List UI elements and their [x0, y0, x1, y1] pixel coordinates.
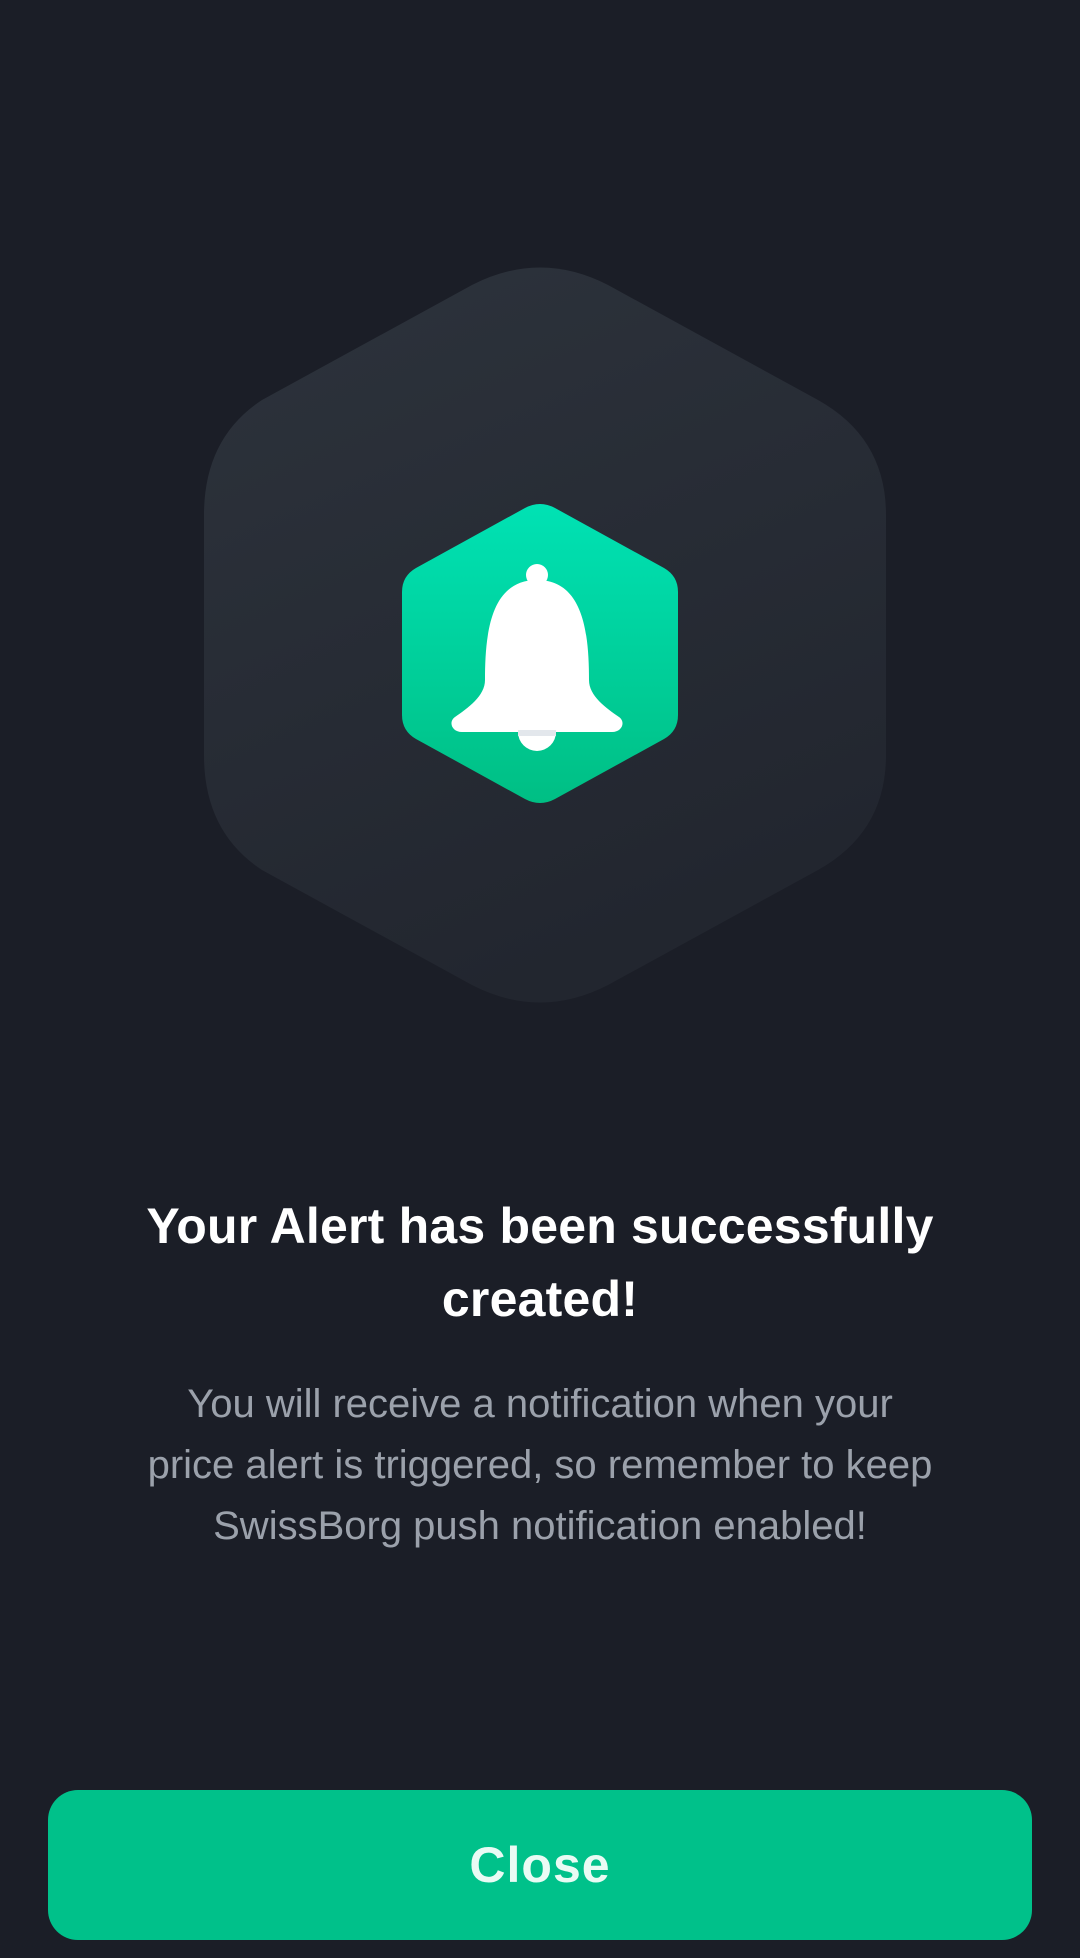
confirmation-title: Your Alert has been successfully created… — [146, 1198, 934, 1327]
confirmation-content: Your Alert has been successfully created… — [140, 1190, 940, 1557]
alert-hero-illustration — [0, 250, 1080, 1030]
hexagon-illustration — [204, 267, 886, 1003]
confirmation-message: You will receive a notification when you… — [147, 1382, 933, 1548]
close-button[interactable]: Close — [48, 1790, 1032, 1940]
